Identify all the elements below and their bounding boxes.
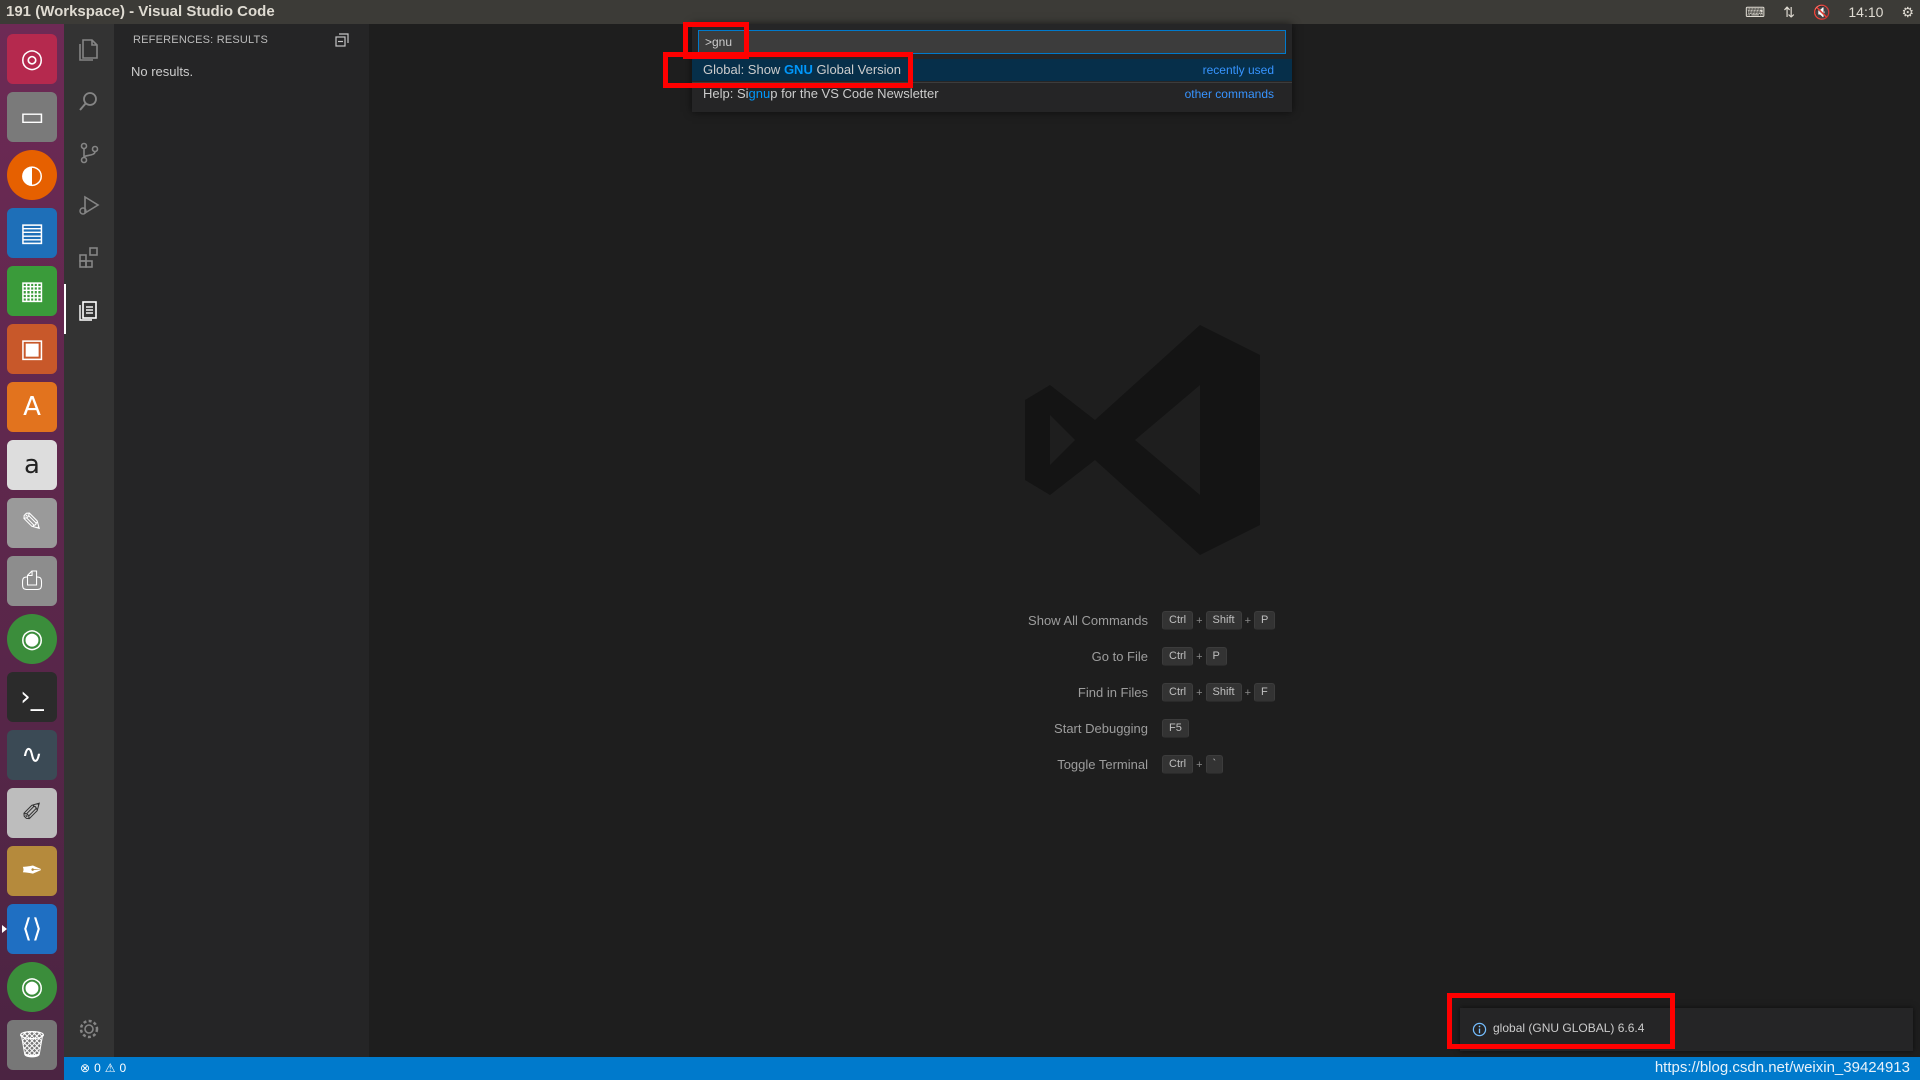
paint-icon[interactable]: ✒ — [7, 846, 57, 896]
vscode-launcher-icon[interactable]: ⟨⟩ — [2, 904, 57, 954]
keybinding: Ctrl + Shift + F — [1162, 683, 1275, 702]
explorer-icon[interactable] — [64, 24, 114, 74]
system-tools-icon[interactable]: ✎ — [7, 498, 57, 548]
window-title: 191 (Workspace) - Visual Studio Code — [6, 3, 275, 20]
trash-icon[interactable]: 🗑 — [7, 1020, 57, 1070]
firefox-icon[interactable]: ◐ — [7, 150, 57, 200]
annotation-box-notification — [1447, 993, 1675, 1049]
shortcut-show-all-commands: Show All Commands Ctrl + Shift + P — [0, 610, 1920, 634]
keybinding: Ctrl + P — [1162, 647, 1227, 666]
settings-gear-icon[interactable]: ⚙ — [1901, 4, 1914, 21]
files-icon[interactable]: ▭ — [7, 92, 57, 142]
key: P — [1205, 647, 1227, 666]
annotation-box-command — [663, 52, 913, 88]
chrome-secondary-icon[interactable]: ◉ — [7, 962, 57, 1012]
key: F5 — [1162, 719, 1189, 738]
calc-icon[interactable]: ▦ — [7, 266, 57, 316]
system-tray: ⌨ ⇅ 🔇 14:10 ⚙ — [1745, 0, 1914, 24]
printer-icon[interactable]: ⎙ — [7, 556, 57, 606]
key: Ctrl — [1162, 755, 1194, 774]
keybinding: Ctrl + ` — [1162, 755, 1224, 774]
amazon-icon[interactable]: a — [7, 440, 57, 490]
extensions-icon[interactable] — [64, 232, 114, 282]
activity-bar — [64, 24, 114, 1057]
shortcut-find-in-files: Find in Files Ctrl + Shift + F — [0, 682, 1920, 706]
empty-message: No results. — [131, 64, 194, 79]
keybinding: Ctrl + Shift + P — [1162, 611, 1276, 630]
key: P — [1254, 611, 1276, 630]
error-count: 0 — [94, 1061, 101, 1075]
key: Shift — [1205, 611, 1242, 630]
search-icon[interactable] — [64, 76, 114, 126]
references-panel: REFERENCES: RESULTS No results. — [114, 24, 369, 1057]
software-center-icon[interactable]: A — [7, 382, 57, 432]
watermark-url: https://blog.csdn.net/weixin_39424913 — [1654, 1059, 1910, 1076]
impress-icon[interactable]: ▣ — [7, 324, 57, 374]
key: Ctrl — [1162, 683, 1194, 702]
source-control-icon[interactable] — [64, 128, 114, 178]
manage-gear-icon[interactable] — [64, 1004, 114, 1054]
references-icon[interactable] — [64, 284, 114, 334]
keyboard-icon[interactable]: ⌨ — [1745, 4, 1765, 21]
volume-muted-icon[interactable]: 🔇 — [1813, 4, 1830, 21]
network-icon[interactable]: ⇅ — [1783, 4, 1795, 21]
panel-header: REFERENCES: RESULTS — [133, 34, 269, 46]
collapse-all-icon[interactable] — [335, 33, 349, 47]
system-top-bar: 191 (Workspace) - Visual Studio Code ⌨ ⇅… — [0, 0, 1920, 24]
key: ` — [1205, 755, 1224, 774]
command-input[interactable] — [699, 31, 1285, 53]
shortcut-go-to-file: Go to File Ctrl + P — [0, 646, 1920, 670]
shortcut-toggle-terminal: Toggle Terminal Ctrl + ` — [0, 754, 1920, 778]
ubuntu-dash-icon[interactable]: ◎ — [7, 34, 57, 84]
text-editor-icon[interactable]: ✐ — [7, 788, 57, 838]
recently-used-label: recently used — [1202, 63, 1274, 77]
key: Ctrl — [1162, 611, 1194, 630]
writer-icon[interactable]: ▤ — [7, 208, 57, 258]
app-launcher: ◎ ▭ ◐ ▤ ▦ ▣ A a ✎ ⎙ ◉ ›_ ∿ ✐ ✒ ⟨⟩ ◉ 🗑 — [0, 24, 64, 1080]
palette-item-label: Help: Signup for the VS Code Newsletter — [703, 86, 939, 101]
running-indicator — [2, 925, 7, 933]
key: Shift — [1205, 683, 1242, 702]
clock[interactable]: 14:10 — [1848, 4, 1883, 20]
vscode-watermark-logo — [1025, 325, 1260, 555]
warning-count: 0 — [119, 1061, 127, 1075]
keybinding: F5 — [1162, 719, 1189, 738]
run-debug-icon[interactable] — [64, 180, 114, 230]
status-bar: ⊗ 0 ⚠ 0 https://blog.csdn.net/weixin_394… — [64, 1057, 1920, 1080]
warning-icon: ⚠ — [104, 1061, 116, 1075]
command-input-box — [698, 30, 1286, 54]
other-commands-label: other commands — [1184, 87, 1274, 101]
error-icon: ⊗ — [80, 1061, 91, 1075]
problems-indicator[interactable]: ⊗ 0 ⚠ 0 — [80, 1061, 126, 1075]
key: F — [1254, 683, 1275, 702]
key: Ctrl — [1162, 647, 1194, 666]
shortcut-start-debugging: Start Debugging F5 — [0, 718, 1920, 742]
